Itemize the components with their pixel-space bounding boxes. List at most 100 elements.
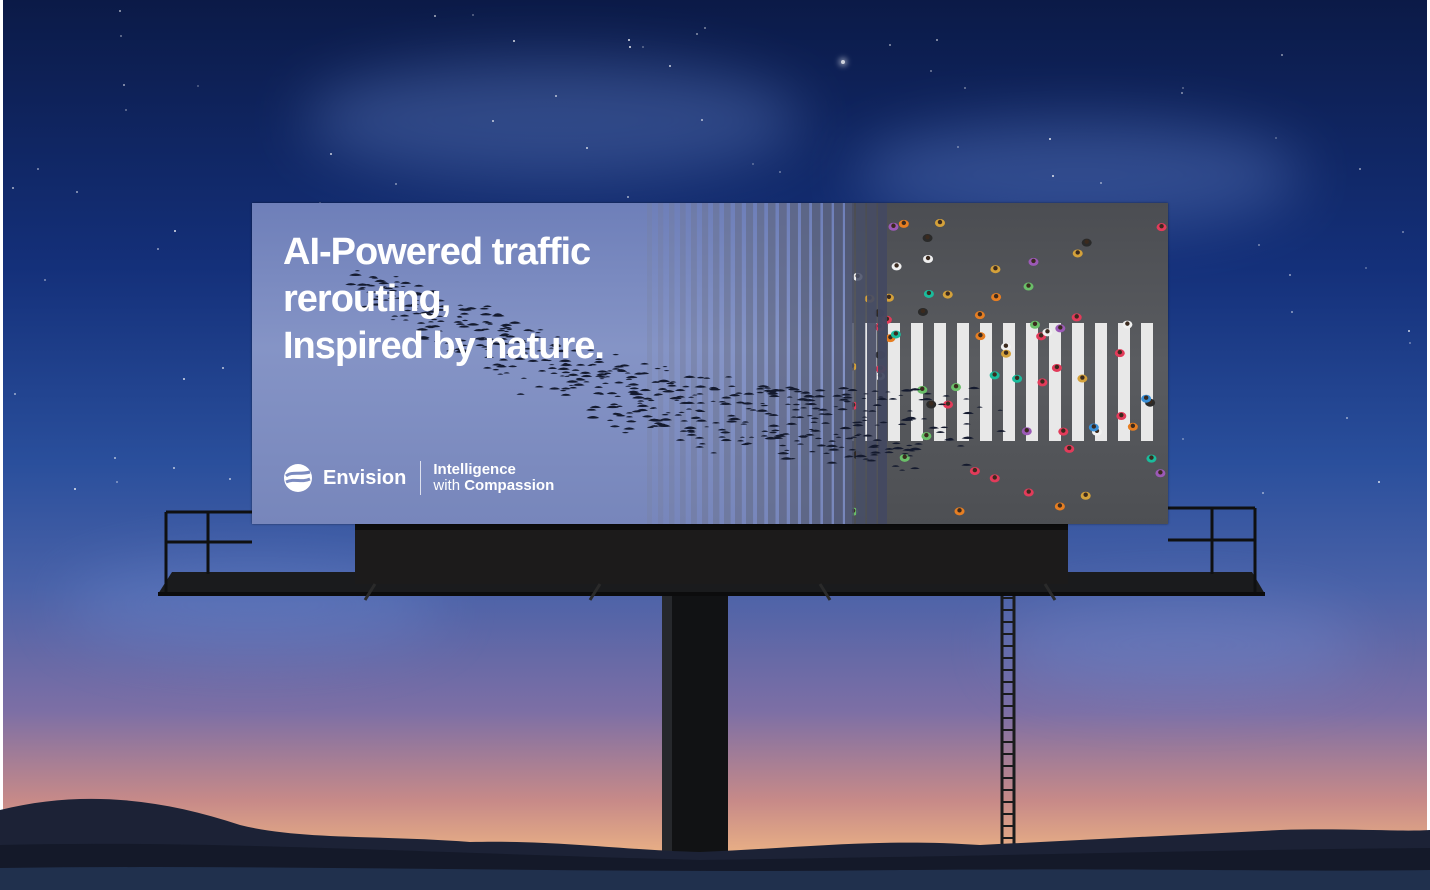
bird bbox=[720, 438, 732, 442]
bird bbox=[861, 416, 868, 418]
bird bbox=[691, 416, 702, 419]
bird bbox=[625, 385, 632, 387]
bird bbox=[550, 372, 558, 374]
bird bbox=[792, 403, 801, 406]
mountain-horizon bbox=[0, 798, 1430, 890]
bird bbox=[516, 393, 525, 395]
bird bbox=[589, 405, 602, 409]
bird bbox=[683, 375, 696, 379]
bird bbox=[906, 455, 914, 457]
bird bbox=[627, 383, 640, 386]
bird bbox=[920, 418, 928, 420]
bird bbox=[599, 378, 605, 380]
bird bbox=[968, 386, 980, 390]
bird bbox=[621, 431, 629, 434]
bird bbox=[810, 417, 820, 420]
bird bbox=[937, 403, 947, 406]
bird bbox=[625, 378, 633, 380]
bird bbox=[837, 387, 850, 390]
bird bbox=[827, 448, 840, 451]
bird bbox=[814, 437, 822, 440]
bird bbox=[654, 367, 661, 370]
bird bbox=[665, 412, 671, 414]
bird bbox=[800, 391, 811, 394]
bird bbox=[603, 372, 612, 375]
bird bbox=[736, 439, 745, 442]
bird bbox=[928, 426, 940, 429]
bird bbox=[906, 410, 913, 412]
bird bbox=[837, 408, 848, 411]
bird bbox=[785, 422, 798, 425]
bird bbox=[661, 413, 669, 416]
bird bbox=[755, 387, 765, 390]
bird bbox=[641, 415, 654, 418]
bird bbox=[572, 383, 585, 386]
bird bbox=[759, 403, 766, 405]
headline-line-3: Inspired by nature. bbox=[283, 325, 605, 367]
bird bbox=[741, 421, 750, 423]
bird bbox=[760, 404, 769, 407]
bird bbox=[674, 414, 683, 416]
bird bbox=[808, 450, 816, 453]
bird bbox=[862, 458, 870, 460]
bird bbox=[680, 420, 689, 422]
bird bbox=[778, 444, 787, 447]
bird bbox=[790, 416, 798, 418]
bird bbox=[961, 463, 972, 466]
bird bbox=[861, 419, 868, 421]
bird bbox=[698, 443, 706, 445]
bird bbox=[852, 424, 864, 427]
bird bbox=[748, 436, 755, 438]
bird bbox=[740, 423, 748, 425]
bird bbox=[823, 452, 831, 454]
bird bbox=[721, 396, 732, 399]
bird bbox=[567, 373, 579, 376]
bird bbox=[623, 427, 636, 430]
bird bbox=[963, 398, 970, 400]
bird bbox=[884, 451, 894, 454]
bird bbox=[625, 420, 637, 423]
bird bbox=[796, 443, 805, 445]
envision-logo-icon bbox=[284, 464, 312, 492]
bird bbox=[695, 445, 704, 448]
brand-lockup: Envision Intelligence with Compassion bbox=[283, 461, 554, 495]
bird bbox=[833, 406, 839, 408]
brand-divider bbox=[420, 461, 422, 495]
bird bbox=[850, 436, 858, 438]
bird bbox=[694, 385, 707, 388]
bird bbox=[726, 414, 737, 417]
bird bbox=[694, 436, 705, 439]
bird bbox=[848, 448, 857, 451]
bird bbox=[717, 428, 727, 431]
bird bbox=[963, 423, 971, 425]
bird bbox=[657, 388, 668, 390]
bird bbox=[869, 451, 882, 454]
bird bbox=[662, 366, 668, 368]
bird bbox=[767, 424, 780, 427]
bird bbox=[847, 389, 858, 392]
bird bbox=[682, 385, 690, 388]
bird bbox=[503, 372, 510, 374]
brand-name: Envision bbox=[323, 466, 407, 489]
bird bbox=[749, 409, 758, 411]
bird bbox=[806, 414, 814, 417]
bird bbox=[719, 402, 732, 406]
bird bbox=[696, 402, 706, 404]
bird bbox=[637, 402, 643, 404]
bird bbox=[565, 380, 579, 383]
bird bbox=[663, 369, 670, 372]
bird bbox=[718, 436, 726, 438]
bird bbox=[891, 446, 905, 450]
bird bbox=[569, 386, 578, 389]
bird bbox=[657, 379, 671, 383]
bird bbox=[548, 387, 561, 390]
tagline-line-1: Intelligence bbox=[433, 461, 516, 478]
bird bbox=[594, 386, 604, 388]
bird bbox=[586, 416, 600, 419]
bird bbox=[810, 421, 818, 423]
bird bbox=[877, 396, 884, 398]
bird bbox=[653, 393, 664, 396]
bird bbox=[861, 397, 867, 399]
bird bbox=[891, 465, 900, 467]
bird bbox=[898, 394, 904, 396]
